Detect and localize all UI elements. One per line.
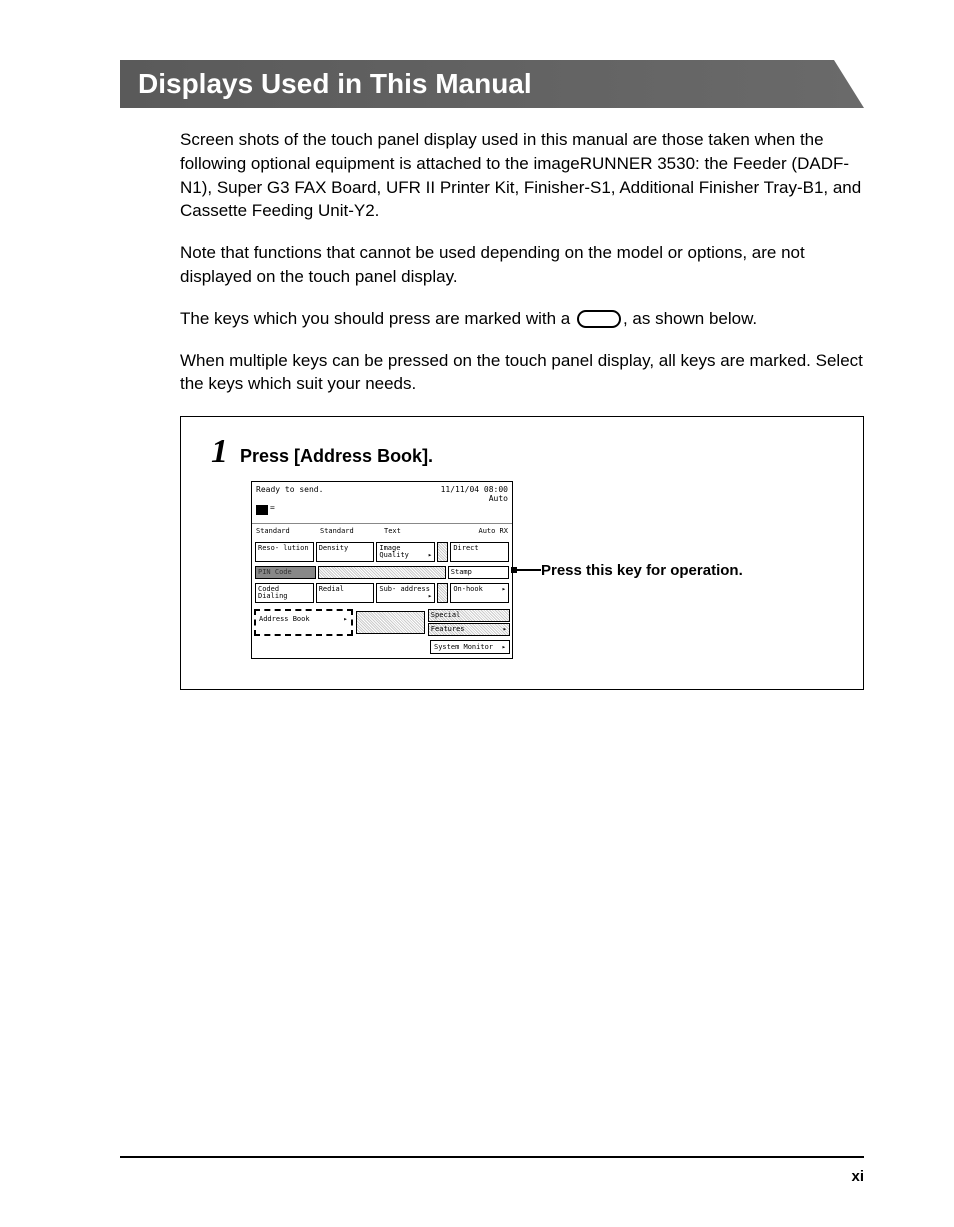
fax-mode: Auto <box>489 494 508 503</box>
info-text: Text <box>382 524 446 538</box>
spacer <box>437 583 448 603</box>
image-quality-button[interactable]: Image Quality <box>376 542 435 562</box>
redial-button[interactable]: Redial <box>316 583 375 603</box>
special-button[interactable]: Special <box>428 609 510 622</box>
spacer <box>437 542 448 562</box>
callout-text: Press this key for operation. <box>541 562 743 579</box>
paragraph-3: The keys which you should press are mark… <box>180 307 864 331</box>
paragraph-2: Note that functions that cannot be used … <box>180 241 864 289</box>
info-auto-rx: Auto RX <box>446 524 510 538</box>
step-instruction: Press [Address Book]. <box>240 446 433 467</box>
footer-line <box>120 1156 864 1158</box>
page-footer: xi <box>120 1156 864 1185</box>
fax-datetime: 11/11/04 08:00 <box>441 485 508 494</box>
paragraph-3-before: The keys which you should press are mark… <box>180 309 575 328</box>
section-heading: Displays Used in This Manual <box>120 60 864 108</box>
phone-icon <box>256 505 268 515</box>
address-book-button[interactable]: Address Book <box>254 609 353 636</box>
density-button[interactable]: Density <box>316 542 375 562</box>
direct-button[interactable]: Direct <box>450 542 509 562</box>
example-box: 1 Press [Address Book]. Ready to send. 1… <box>180 416 864 690</box>
step-number: 1 <box>211 433 228 471</box>
info-standard-2: Standard <box>318 524 382 538</box>
features-button[interactable]: Features <box>428 623 510 636</box>
info-standard-1: Standard <box>254 524 318 538</box>
callout-line-icon <box>513 569 541 571</box>
coded-dialing-button[interactable]: Coded Dialing <box>255 583 314 603</box>
pin-code-button[interactable]: PIN Code <box>255 566 316 579</box>
fax-status: Ready to send. <box>256 485 323 503</box>
fax-screen: Ready to send. 11/11/04 08:00 Auto Stand… <box>251 481 513 659</box>
spacer <box>356 611 425 634</box>
spacer <box>318 566 446 579</box>
system-monitor-button[interactable]: System Monitor <box>430 640 510 654</box>
paragraph-1: Screen shots of the touch panel display … <box>180 128 864 223</box>
on-hook-button[interactable]: On-hook <box>450 583 509 603</box>
stamp-button[interactable]: Stamp <box>448 566 509 579</box>
paragraph-4: When multiple keys can be pressed on the… <box>180 349 864 397</box>
resolution-button[interactable]: Reso- lution <box>255 542 314 562</box>
paragraph-3-after: , as shown below. <box>623 309 757 328</box>
step-line: 1 Press [Address Book]. <box>211 433 833 471</box>
subaddress-button[interactable]: Sub- address <box>376 583 435 603</box>
page-number: xi <box>120 1168 864 1185</box>
rounded-rect-icon <box>577 310 621 328</box>
